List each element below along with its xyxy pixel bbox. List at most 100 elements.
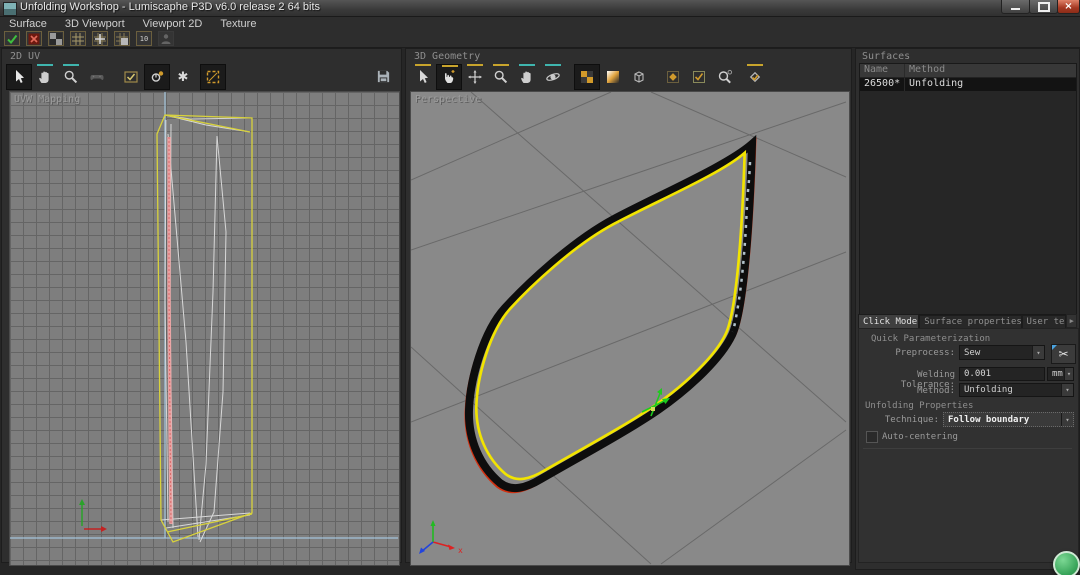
menu-viewport-2d[interactable]: Viewport 2D <box>134 18 212 30</box>
tab-scroll-right-icon[interactable]: ▶ <box>1066 314 1077 328</box>
grid-icon[interactable] <box>70 31 86 46</box>
tab-surface-properties[interactable]: Surface properties <box>919 315 1021 328</box>
auto-centering-checkbox[interactable] <box>866 431 878 443</box>
window-title: Unfolding Workshop - Lumiscaphe P3D v6.0… <box>20 1 320 13</box>
technique-value: Follow boundary <box>944 415 1061 425</box>
method-value: Unfolding <box>960 385 1061 395</box>
uv-wireframe-canvas <box>10 92 399 565</box>
maximize-button[interactable] <box>1029 0 1058 14</box>
wireframe-cube-icon[interactable] <box>626 64 652 90</box>
geometry-panel-title: 3D Geometry <box>414 51 480 62</box>
selection-frame-icon[interactable] <box>200 64 226 90</box>
gradient-shading-icon[interactable] <box>600 64 626 90</box>
quick-parameterization-title: Quick Parameterization <box>871 334 990 344</box>
column-header-method[interactable]: Method <box>904 64 1076 77</box>
chevron-down-icon: ▾ <box>1032 346 1044 359</box>
tab-click-mode[interactable]: Click Mode <box>858 314 919 328</box>
save-disk-icon[interactable] <box>370 63 396 89</box>
axis-gizmo: x <box>419 520 463 555</box>
grid-cross-icon[interactable] <box>92 31 108 46</box>
menu-3d-viewport[interactable]: 3D Viewport <box>56 18 134 30</box>
uv-viewport[interactable]: UVW Mapping <box>9 91 400 566</box>
uv-axis-gizmo <box>79 499 107 532</box>
uv-panel: 2D UV ✱ <box>1 48 402 563</box>
texel-density-icon[interactable] <box>144 64 170 90</box>
properties-tabs: Click Mode Surface properties User text … <box>858 314 1077 328</box>
preprocess-dropdown[interactable]: Sew ▾ <box>959 345 1045 360</box>
orbit-tool-icon[interactable] <box>540 64 566 90</box>
menu-texture[interactable]: Texture <box>211 18 265 30</box>
snap-diamond-icon[interactable] <box>660 64 686 90</box>
menu-bar: Surface 3D Viewport Viewport 2D Texture <box>0 17 1080 30</box>
flyout-corner-icon <box>1052 345 1057 350</box>
magic-tool-icon[interactable]: ✱ <box>170 64 196 90</box>
select-arrow-icon[interactable] <box>410 64 436 90</box>
grid-ten-label: 10 <box>140 35 148 43</box>
method-label: Method: <box>859 386 955 396</box>
menu-surface[interactable]: Surface <box>0 18 56 30</box>
geometry-panel: 3D Geometry <box>405 48 852 563</box>
surfaces-panel: Surfaces Name Method 26500* Unfolding Cl… <box>855 48 1080 570</box>
notification-badge[interactable] <box>1053 551 1080 575</box>
app-icon <box>3 2 17 16</box>
chevron-down-icon: ▾ <box>1061 413 1073 426</box>
method-dropdown[interactable]: Unfolding ▾ <box>959 383 1074 397</box>
technique-dropdown[interactable]: Follow boundary ▾ <box>943 412 1074 427</box>
close-icon: × <box>1064 2 1072 12</box>
chevron-down-icon: ▾ <box>1064 368 1073 380</box>
leaf-surface <box>466 140 755 492</box>
texture-checker-icon[interactable] <box>574 64 600 90</box>
main-toolbar: 10 <box>0 30 1080 48</box>
axis-x-label: x <box>458 546 463 555</box>
touch-rotate-icon[interactable] <box>436 64 462 90</box>
welding-unit-dropdown[interactable]: mm ▾ <box>1047 367 1074 381</box>
preprocess-value: Sew <box>960 348 1032 358</box>
uv-toolbar: ✱ <box>6 63 226 91</box>
texel-check-icon[interactable] <box>118 64 144 90</box>
grid-image-icon[interactable] <box>114 31 130 46</box>
cut-seam-button[interactable]: ✂ <box>1051 344 1076 364</box>
leaf-band-black <box>469 144 752 488</box>
perspective-viewport-label: Perspective <box>415 94 481 105</box>
grid-ten-icon[interactable]: 10 <box>136 31 152 46</box>
application-window: Unfolding Workshop - Lumiscaphe P3D v6.0… <box>0 0 1080 575</box>
welding-tolerance-input[interactable]: 0.001 <box>959 367 1045 381</box>
leaf-outline-yellow <box>476 153 744 479</box>
column-header-name[interactable]: Name <box>860 64 904 77</box>
minimize-button[interactable] <box>1001 0 1030 14</box>
minimize-icon <box>1011 8 1020 10</box>
zoom-magnifier-icon[interactable] <box>488 64 514 90</box>
uv-panel-title: 2D UV <box>10 51 40 62</box>
close-button[interactable]: × <box>1057 0 1080 14</box>
checker-icon[interactable] <box>48 31 64 46</box>
pan-hand-icon[interactable] <box>32 64 58 90</box>
move-tool-icon[interactable] <box>462 64 488 90</box>
pan-hand-icon[interactable] <box>514 64 540 90</box>
welding-unit-value: mm <box>1048 369 1064 379</box>
table-row[interactable]: 26500* Unfolding <box>860 78 1076 91</box>
zoom-magnifier-icon[interactable] <box>58 64 84 90</box>
click-mode-pane: Quick Parameterization Preprocess: Sew ▾… <box>858 328 1079 563</box>
maximize-icon <box>1038 2 1050 12</box>
technique-label: Technique: <box>859 415 939 425</box>
validate-box-icon[interactable] <box>686 64 712 90</box>
scissors-icon: ✂ <box>1058 347 1068 361</box>
delete-icon[interactable] <box>26 31 42 46</box>
auto-centering-label: Auto-centering <box>882 432 1002 442</box>
perspective-canvas: x <box>411 92 849 565</box>
uv-wireframe <box>161 115 252 542</box>
user-icon[interactable] <box>158 31 174 46</box>
gamepad-icon[interactable] <box>84 64 110 90</box>
zoom-extents-icon[interactable] <box>712 64 738 90</box>
validate-icon[interactable] <box>4 31 20 46</box>
geometry-check-icon[interactable] <box>742 64 768 90</box>
tab-user-text[interactable]: User text <box>1022 315 1067 328</box>
unfolding-properties-title: Unfolding Properties <box>865 401 973 411</box>
preprocess-label: Preprocess: <box>859 348 955 358</box>
title-bar[interactable]: Unfolding Workshop - Lumiscaphe P3D v6.0… <box>0 0 1080 17</box>
surface-name: 26500* <box>860 78 904 91</box>
surfaces-table-header: Name Method <box>860 64 1076 78</box>
chevron-down-icon: ▾ <box>1061 384 1073 396</box>
select-arrow-icon[interactable] <box>6 64 32 90</box>
perspective-viewport[interactable]: Perspective <box>410 91 850 566</box>
